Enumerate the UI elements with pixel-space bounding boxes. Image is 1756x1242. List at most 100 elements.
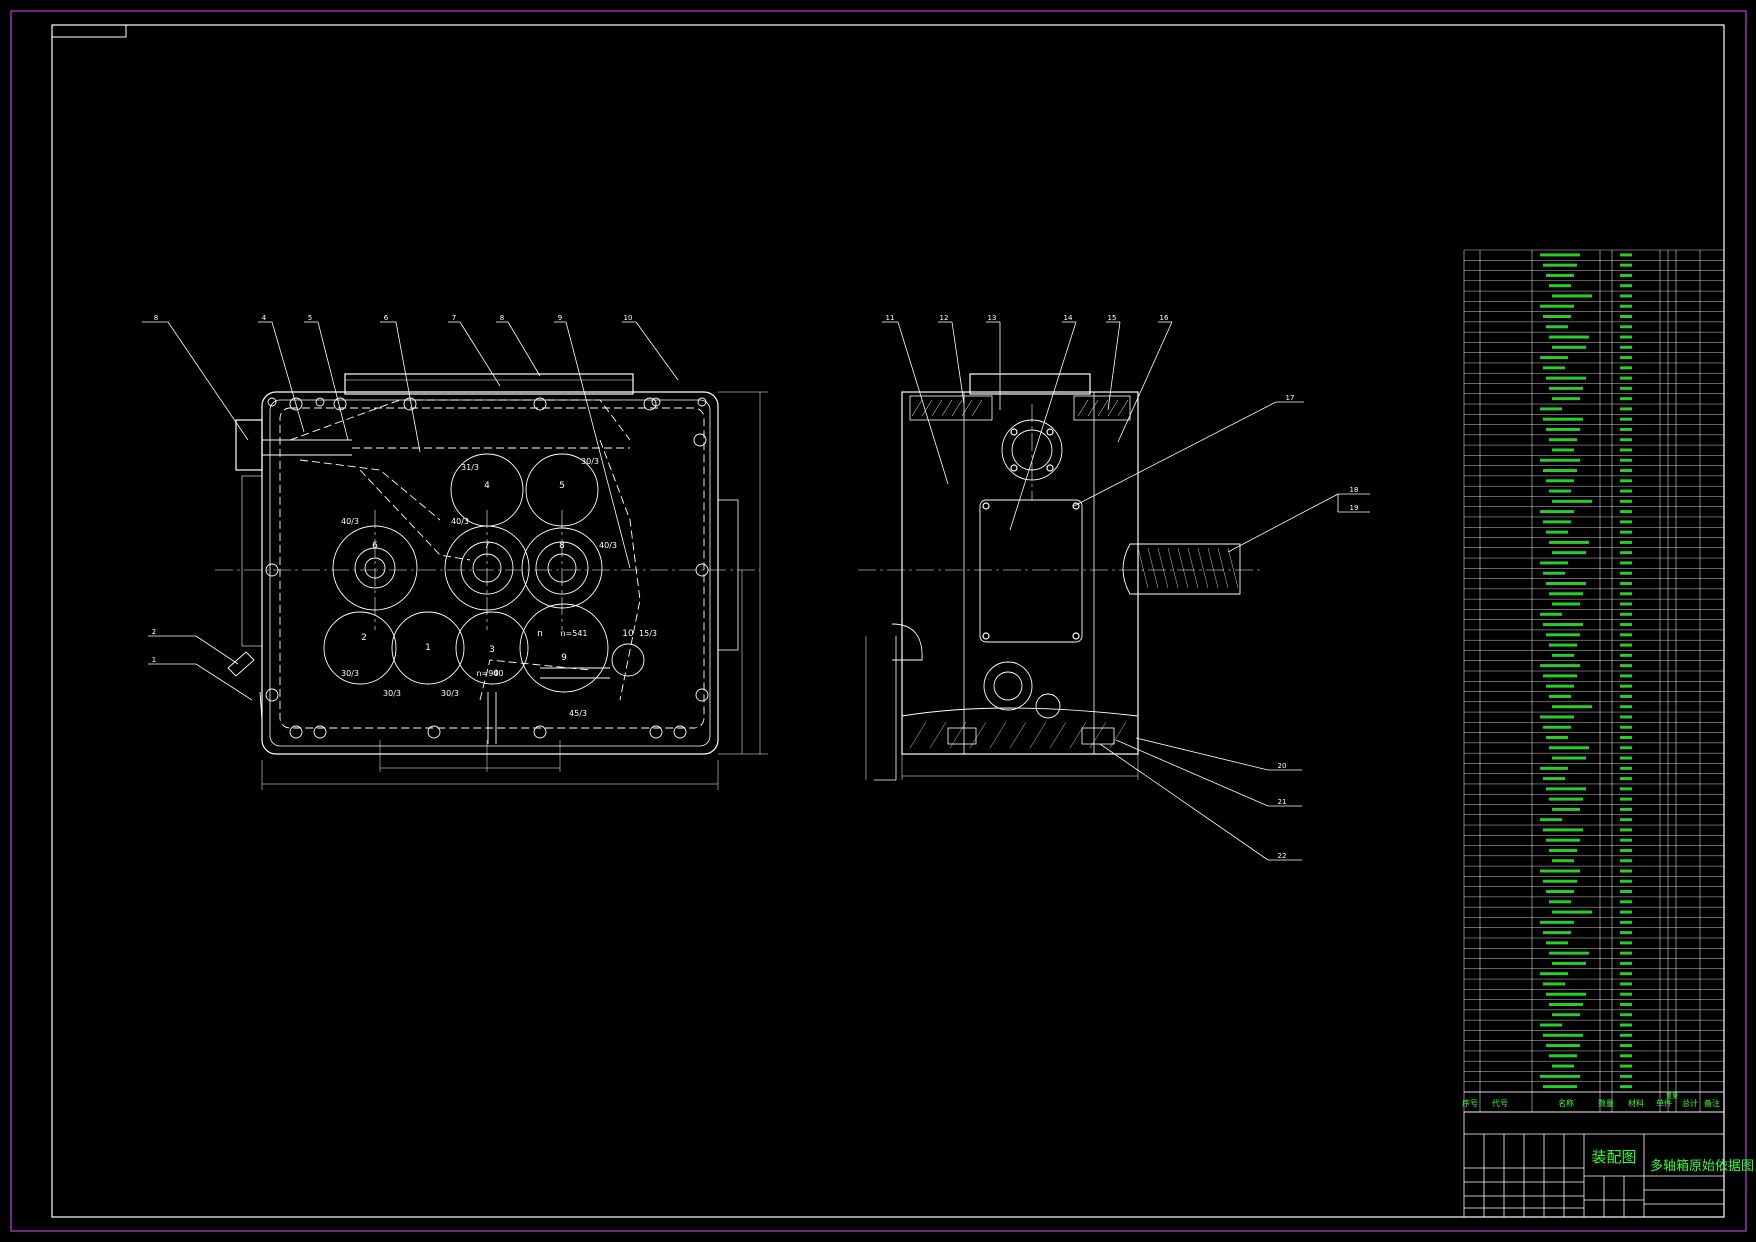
drawing-type-label: 装配图: [1591, 1148, 1636, 1166]
parts-row-material-mark: [1620, 879, 1632, 883]
parts-row-name-mark: [1540, 356, 1568, 360]
parts-row-material-mark: [1620, 499, 1632, 503]
parts-row-material-mark: [1620, 818, 1632, 822]
parts-row-name-mark: [1540, 304, 1574, 308]
parts-row-name-mark: [1552, 397, 1580, 401]
parts-row-material-mark: [1620, 664, 1632, 668]
parts-row-name-mark: [1549, 386, 1583, 390]
parts-row-material-mark: [1620, 633, 1632, 637]
parts-row-material-mark: [1620, 263, 1632, 267]
parts-row-name-mark: [1552, 448, 1574, 452]
parts-row-name-mark: [1546, 479, 1574, 483]
parts-row-material-mark: [1620, 602, 1632, 606]
corner-tab: [51, 24, 127, 38]
parts-row-name-mark: [1546, 376, 1586, 380]
parts-row-name-mark: [1543, 674, 1577, 678]
parts-row-material-mark: [1620, 848, 1632, 852]
parts-row-material-mark: [1620, 551, 1632, 555]
parts-row-name-mark: [1540, 869, 1580, 873]
parts-row-name-mark: [1543, 982, 1565, 986]
parts-row-material-mark: [1620, 982, 1632, 986]
parts-row-name-mark: [1546, 273, 1574, 277]
parts-row-material-mark: [1620, 684, 1632, 688]
leader-label: 22: [1278, 852, 1287, 860]
parts-row-material-mark: [1620, 653, 1632, 657]
parts-row-name-mark: [1546, 787, 1586, 791]
parts-row-material-mark: [1620, 469, 1632, 473]
parts-row-material-mark: [1620, 900, 1632, 904]
parts-row-material-mark: [1620, 273, 1632, 277]
parts-row-material-mark: [1620, 356, 1632, 360]
parts-row-name-mark: [1546, 325, 1568, 329]
parts-row-material-mark: [1620, 304, 1632, 308]
parts-row-material-mark: [1620, 479, 1632, 483]
parts-row-material-mark: [1620, 828, 1632, 832]
parts-row-material-mark: [1620, 376, 1632, 380]
parts-row-name-mark: [1543, 366, 1565, 370]
parts-row-name-mark: [1552, 602, 1580, 606]
leader-label: 16: [1160, 314, 1169, 322]
parts-row-name-mark: [1552, 551, 1586, 555]
parts-row-material-mark: [1620, 1044, 1632, 1048]
parts-row-material-mark: [1620, 530, 1632, 534]
front-view: [142, 321, 768, 790]
parts-row-material-mark: [1620, 1064, 1632, 1068]
parts-row-name-mark: [1540, 561, 1568, 565]
parts-row-name-mark: [1549, 438, 1577, 442]
parts-row-name-mark: [1546, 838, 1580, 842]
gear-id-label: 9: [561, 653, 567, 663]
parts-row-name-mark: [1552, 705, 1592, 709]
outer-frame: [10, 10, 1747, 1232]
gear-ratio-label: 31/3: [461, 463, 479, 472]
parts-row-name-mark: [1552, 859, 1574, 863]
parts-row-name-mark: [1552, 499, 1592, 503]
parts-row-material-mark: [1620, 561, 1632, 565]
parts-row-material-mark: [1620, 1023, 1632, 1027]
leader-label: 8: [500, 314, 504, 322]
parts-row-name-mark: [1540, 920, 1574, 924]
leader-label: 1: [152, 656, 156, 664]
parts-row-material-mark: [1620, 705, 1632, 709]
parts-row-material-mark: [1620, 284, 1632, 288]
parts-row-material-mark: [1620, 766, 1632, 770]
parts-row-name-mark: [1549, 746, 1589, 750]
parts-row-material-mark: [1620, 335, 1632, 339]
parts-row-name-mark: [1540, 253, 1580, 257]
parts-list-header: 备注: [1704, 1098, 1720, 1108]
leader-label: 8: [154, 314, 158, 322]
parts-row-name-mark: [1543, 1085, 1577, 1089]
parts-list-header: 名称: [1558, 1098, 1574, 1108]
gear-id-label: 6: [372, 541, 378, 551]
parts-row-name-mark: [1546, 427, 1580, 431]
leader-label: 5: [308, 314, 312, 322]
parts-row-name-mark: [1546, 684, 1574, 688]
parts-row-name-mark: [1540, 715, 1574, 719]
parts-row-name-mark: [1543, 571, 1565, 575]
parts-row-material-mark: [1620, 427, 1632, 431]
parts-row-name-mark: [1540, 1023, 1562, 1027]
parts-row-material-mark: [1620, 458, 1632, 462]
parts-row-name-mark: [1549, 1054, 1577, 1058]
parts-row-material-mark: [1620, 489, 1632, 493]
parts-row-name-mark: [1552, 961, 1586, 965]
gear-id-label: 1: [425, 643, 431, 653]
parts-row-material-mark: [1620, 1085, 1632, 1089]
parts-row-material-mark: [1620, 859, 1632, 863]
parts-row-name-mark: [1540, 407, 1562, 411]
parts-row-name-mark: [1552, 1064, 1574, 1068]
parts-row-name-mark: [1543, 417, 1583, 421]
parts-row-name-mark: [1546, 890, 1574, 894]
gear-id-label: 3: [489, 645, 495, 655]
parts-row-material-mark: [1620, 787, 1632, 791]
parts-row-material-mark: [1620, 1074, 1632, 1078]
parts-row-material-mark: [1620, 407, 1632, 411]
gear-ratio-label: n=940: [476, 669, 503, 678]
leader-label: 14: [1064, 314, 1073, 322]
gear-ratio-label: 30/3: [383, 689, 401, 698]
parts-row-material-mark: [1620, 715, 1632, 719]
parts-row-material-mark: [1620, 931, 1632, 935]
gear-id-label: 8: [559, 541, 565, 551]
parts-row-material-mark: [1620, 294, 1632, 298]
gear-ratio-label: 30/3: [581, 457, 599, 466]
parts-row-material-mark: [1620, 612, 1632, 616]
